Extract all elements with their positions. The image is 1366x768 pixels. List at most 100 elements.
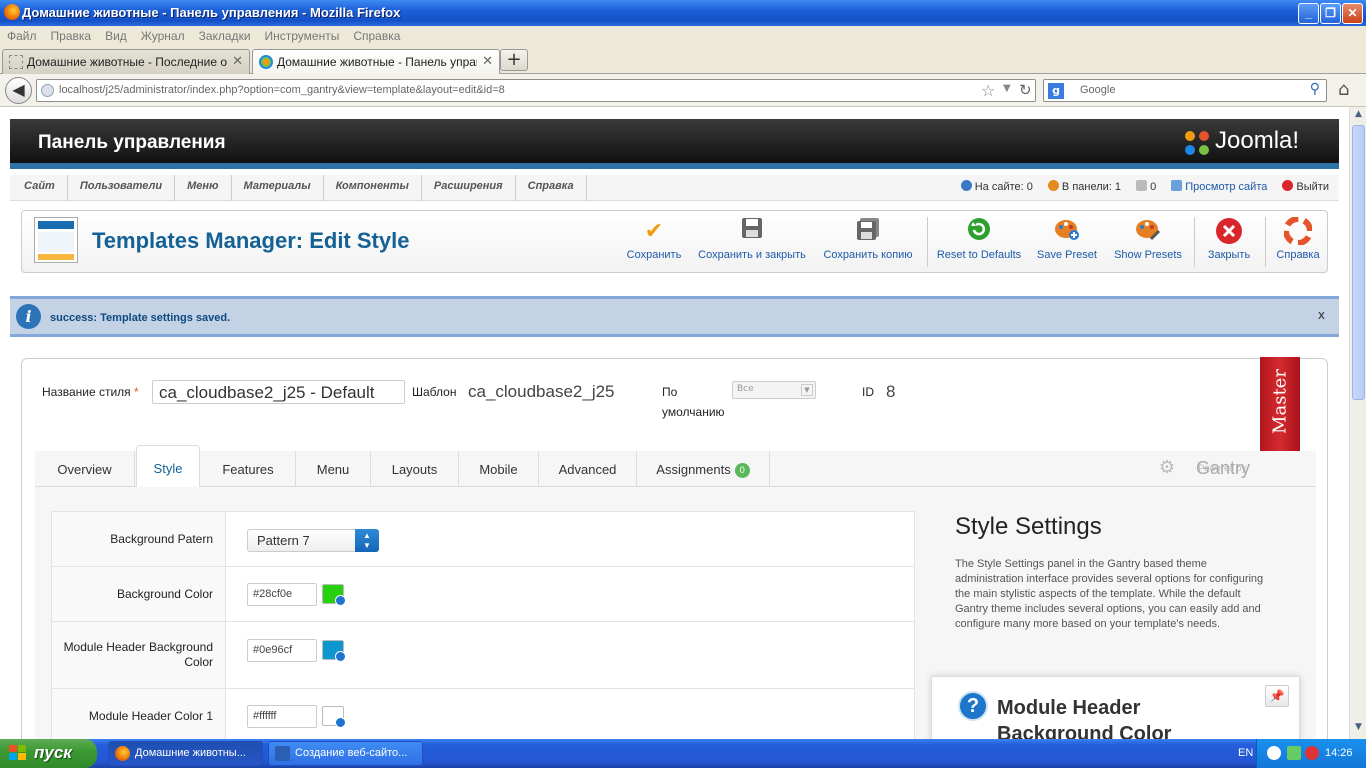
tab-mobile[interactable]: Mobile [459, 451, 539, 487]
admin-menu-menus[interactable]: Меню [175, 175, 232, 201]
toolbar-separator [927, 217, 928, 267]
default-select[interactable]: Все ▼ [732, 381, 816, 399]
in-panel-status: В панели: 1 [1047, 180, 1121, 193]
logout-icon [1282, 180, 1294, 191]
background-color-input[interactable]: #28cf0e [247, 583, 317, 606]
url-bar[interactable]: localhost/j25/administrator/index.php?op… [36, 79, 1036, 102]
question-icon: ? [958, 691, 988, 721]
help-text: The Style Settings panel in the Gantry b… [955, 558, 1264, 630]
antivirus-icon[interactable] [1305, 746, 1319, 760]
network-icon[interactable] [1287, 746, 1301, 760]
style-name-input[interactable]: ca_cloudbase2_j25 - Default [152, 380, 405, 404]
globe-icon [41, 84, 54, 97]
color-swatch[interactable] [322, 706, 346, 728]
scroll-down-icon[interactable]: ▼ [1352, 722, 1365, 737]
url-dropdown-icon[interactable]: ▼ [1003, 83, 1011, 94]
id-value: 8 [886, 382, 896, 401]
edit-style-panel: Название стиля * ca_cloudbase2_j25 - Def… [21, 357, 1328, 739]
close-button[interactable]: Закрыть [1204, 217, 1254, 261]
admin-status-bar: На сайте: 0 В панели: 1 0 Просмотр сайта… [949, 180, 1329, 193]
view-site-link[interactable]: Просмотр сайта [1171, 180, 1267, 193]
background-pattern-select[interactable]: Pattern 7 ▲ ▼ [247, 529, 379, 552]
toolbar-separator [1194, 217, 1195, 267]
tab-menu[interactable]: Menu [296, 451, 371, 487]
tab-advanced[interactable]: Advanced [539, 451, 637, 487]
joomla-favicon-icon [259, 55, 273, 69]
search-bar[interactable]: g Google ⚲ [1043, 79, 1327, 102]
language-indicator[interactable]: EN [1238, 747, 1253, 759]
save-button[interactable]: ✔ Сохранить [624, 217, 684, 261]
save-as-copy-button[interactable]: Сохранить копию [822, 217, 914, 261]
tab-assignments[interactable]: Assignments 0 [637, 451, 770, 487]
firefox-icon [4, 4, 20, 20]
toolbar-separator [1265, 217, 1266, 267]
home-icon[interactable]: ⌂ [1338, 79, 1349, 100]
google-icon[interactable]: g [1048, 83, 1064, 99]
tab-layouts[interactable]: Layouts [371, 451, 459, 487]
admin-menu-extensions[interactable]: Расширения [422, 175, 516, 201]
field-label: Background Patern [52, 512, 226, 566]
save-preset-button[interactable]: Save Preset [1036, 217, 1098, 261]
messages-status[interactable]: 0 [1136, 180, 1156, 193]
mail-icon [1136, 180, 1148, 191]
search-icon[interactable]: ⚲ [1310, 81, 1320, 97]
save-and-close-button[interactable]: Сохранить и закрыть [697, 217, 807, 261]
browser-tab-2[interactable]: Домашние животные - Панель управл... ✕ [252, 49, 500, 74]
firefox-icon [115, 746, 130, 761]
menu-bookmarks[interactable]: Закладки [192, 26, 258, 43]
module-header-color-1-input[interactable]: #ffffff [247, 705, 317, 728]
scroll-thumb[interactable] [1352, 125, 1365, 400]
word-icon [275, 746, 290, 761]
taskbar-word[interactable]: Создание веб-сайто... [268, 741, 423, 766]
reload-icon[interactable]: ↻ [1019, 81, 1032, 99]
message-close-button[interactable]: x [1318, 308, 1325, 322]
close-window-button[interactable]: ✕ [1342, 3, 1363, 24]
floppy-icon [738, 217, 766, 245]
color-swatch[interactable] [322, 584, 346, 606]
logout-link[interactable]: Выйти [1282, 180, 1329, 193]
tab-features[interactable]: Features [201, 451, 296, 487]
browser-tab-1[interactable]: Домашние животные - Последние обн... ✕ [2, 49, 250, 74]
url-text[interactable]: localhost/j25/administrator/index.php?op… [59, 84, 505, 96]
minimize-button[interactable]: _ [1298, 3, 1319, 24]
color-swatch[interactable] [322, 640, 346, 662]
start-button[interactable]: пуск [0, 739, 97, 768]
admin-menu-site[interactable]: Сайт [10, 175, 68, 201]
maximize-button[interactable]: ❐ [1320, 3, 1341, 24]
menu-history[interactable]: Журнал [134, 26, 192, 43]
menu-tools[interactable]: Инструменты [258, 26, 347, 43]
admin-menu-users[interactable]: Пользователи [68, 175, 176, 201]
window-titlebar: Домашние животные - Панель управления - … [0, 0, 1366, 26]
admin-menu-components[interactable]: Компоненты [324, 175, 422, 201]
scroll-up-icon[interactable]: ▲ [1352, 109, 1365, 124]
admin-menu-help[interactable]: Справка [516, 175, 587, 201]
pin-icon[interactable]: 📌 [1265, 685, 1289, 707]
bookmark-star-icon[interactable]: ☆ [981, 81, 995, 100]
palette-plus-icon [1053, 217, 1081, 245]
close-tab-icon[interactable]: ✕ [232, 53, 243, 69]
help-button[interactable]: Справка [1272, 216, 1324, 261]
tab-style[interactable]: Style [136, 445, 200, 488]
assignments-count-badge: 0 [734, 463, 750, 478]
templates-icon [34, 217, 78, 263]
admin-menu-content[interactable]: Материалы [232, 175, 324, 201]
tab-overview[interactable]: Overview [35, 451, 135, 487]
back-button[interactable]: ◀ [5, 77, 32, 104]
gantry-logo: Gantry [1195, 458, 1250, 478]
tray-icon[interactable] [1267, 746, 1281, 760]
reset-defaults-button[interactable]: Reset to Defaults [936, 217, 1022, 261]
menu-help[interactable]: Справка [346, 26, 407, 43]
show-presets-button[interactable]: Show Presets [1112, 217, 1184, 261]
close-tab-icon[interactable]: ✕ [482, 53, 493, 69]
new-tab-button[interactable]: + [500, 49, 528, 71]
users-icon [960, 180, 972, 191]
menu-file[interactable]: Файл [0, 26, 44, 43]
menu-edit[interactable]: Правка [44, 26, 99, 43]
menu-view[interactable]: Вид [98, 26, 134, 43]
taskbar-firefox[interactable]: Домашние животны... [108, 741, 263, 766]
vertical-scrollbar[interactable]: ▲ ▼ [1349, 107, 1366, 739]
page-viewport: Панель управления Joomla! Сайт Пользоват… [0, 107, 1349, 739]
tab-label: Домашние животные - Последние обн... [27, 55, 227, 69]
module-header-bg-color-input[interactable]: #0e96cf [247, 639, 317, 662]
floppy-copy-icon [854, 217, 882, 245]
